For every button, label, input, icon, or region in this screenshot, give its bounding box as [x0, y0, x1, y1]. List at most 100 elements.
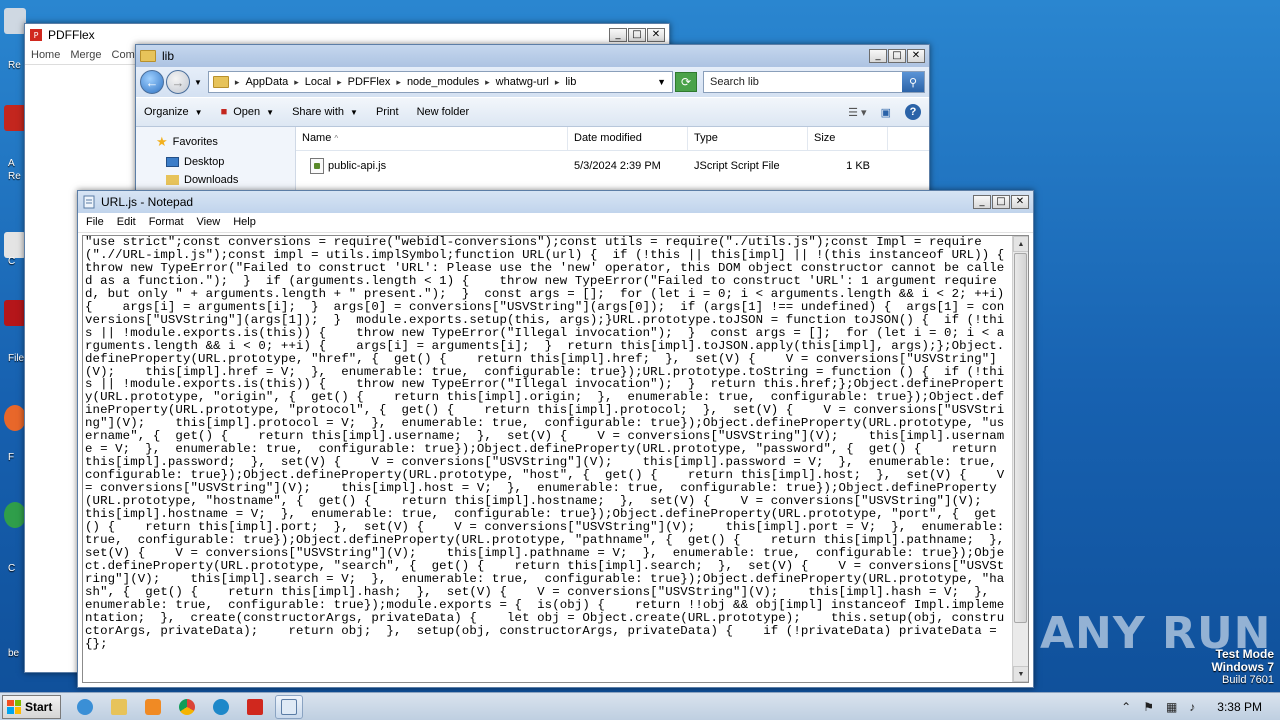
back-button[interactable]: ←: [140, 70, 164, 94]
view-options-icon[interactable]: ☰ ▾: [848, 106, 866, 119]
show-hidden-icons-icon[interactable]: ⌃: [1121, 700, 1131, 714]
notepad-menubar: File Edit Format View Help: [78, 213, 1033, 233]
breadcrumb-item[interactable]: whatwg-url: [496, 76, 549, 88]
file-list: Name ^ Date modified Type Size public-ap…: [296, 127, 929, 195]
pdfflex-titlebar[interactable]: P PDFFlex _ □ ✕: [25, 24, 669, 46]
history-dropdown-icon[interactable]: ▼: [194, 78, 202, 87]
menu-home[interactable]: Home: [31, 49, 60, 61]
chrome-icon[interactable]: [4, 502, 26, 528]
desktop-icon-label: Re: [8, 171, 21, 182]
scrollbar-thumb[interactable]: [1014, 253, 1027, 623]
scroll-down-icon[interactable]: ▼: [1013, 666, 1028, 682]
acrobat-icon[interactable]: [4, 105, 26, 131]
explorer-titlebar[interactable]: lib _ □ ✕: [136, 45, 929, 67]
minimize-button[interactable]: _: [869, 49, 887, 63]
col-size[interactable]: Size: [808, 127, 888, 150]
notepad-window[interactable]: URL.js - Notepad _ □ ✕ File Edit Format …: [77, 190, 1034, 688]
organize-label: Organize: [144, 106, 189, 118]
minimize-button[interactable]: _: [609, 28, 627, 42]
file-name: public-api.js: [328, 159, 387, 172]
forward-button[interactable]: →: [166, 70, 190, 94]
menu-file[interactable]: File: [86, 216, 104, 229]
address-row: ← → ▼ ▸ AppData ▸ Local ▸ PDFFlex ▸ node…: [136, 67, 929, 97]
file-date: 5/3/2024 2:39 PM: [574, 160, 661, 172]
notepad-icon: [83, 195, 95, 209]
menu-view[interactable]: View: [197, 216, 221, 229]
col-type[interactable]: Type: [688, 127, 808, 150]
menu-help[interactable]: Help: [233, 216, 256, 229]
start-button[interactable]: Start: [2, 694, 62, 719]
desktop-icon: [166, 157, 179, 167]
breadcrumb-item[interactable]: Local: [305, 76, 331, 88]
col-label: Name: [302, 132, 332, 144]
ccleaner-icon[interactable]: [4, 232, 26, 258]
action-center-flag-icon[interactable]: ⚑: [1143, 700, 1154, 714]
clock[interactable]: 3:38 PM: [1207, 700, 1272, 714]
nav-downloads[interactable]: Downloads: [136, 171, 295, 189]
nav-desktop[interactable]: Desktop: [136, 153, 295, 171]
internet-explorer-icon[interactable]: [71, 695, 99, 719]
notepad-editor[interactable]: "use strict";const conversions = require…: [82, 235, 1029, 683]
menu-format[interactable]: Format: [149, 216, 184, 229]
breadcrumb-item[interactable]: lib: [565, 76, 576, 88]
edge-icon[interactable]: [207, 695, 235, 719]
col-date[interactable]: Date modified: [568, 127, 688, 150]
notepad-titlebar[interactable]: URL.js - Notepad _ □ ✕: [78, 191, 1033, 213]
nav-label: Downloads: [184, 174, 239, 186]
recycle-bin-icon[interactable]: [4, 8, 26, 34]
vertical-scrollbar[interactable]: ▲ ▼: [1012, 236, 1028, 682]
pdf-app-icon: P: [30, 29, 42, 41]
explorer-toolbar: Organize ▼ ■ Open ▼ Share with ▼ Print New f…: [136, 97, 929, 127]
media-player-icon[interactable]: [139, 695, 167, 719]
menu-edit[interactable]: Edit: [117, 216, 136, 229]
jscript-file-icon: [310, 158, 324, 174]
column-headers: Name ^ Date modified Type Size: [296, 127, 929, 151]
search-icon[interactable]: ⚲: [902, 72, 924, 92]
refresh-button[interactable]: ⟳: [675, 72, 697, 92]
search-placeholder: Search lib: [710, 76, 759, 88]
firefox-icon[interactable]: [4, 405, 26, 431]
menu-merge[interactable]: Merge: [70, 49, 101, 61]
organize-button[interactable]: Organize ▼: [144, 106, 203, 118]
open-button[interactable]: ■ Open ▼: [221, 106, 275, 118]
chrome-icon[interactable]: [173, 695, 201, 719]
explorer-window[interactable]: lib _ □ ✕ ← → ▼ ▸ AppData ▸ Local ▸ PDFF…: [135, 44, 930, 195]
acrobat-taskbar-icon[interactable]: [241, 695, 269, 719]
network-icon[interactable]: ▦: [1166, 700, 1177, 714]
help-icon[interactable]: ?: [905, 104, 921, 120]
search-input[interactable]: Search lib ⚲: [703, 71, 925, 93]
downloads-icon: [166, 175, 179, 185]
breadcrumb-item[interactable]: AppData: [245, 76, 288, 88]
new-folder-button[interactable]: New folder: [417, 106, 470, 118]
star-icon: ★: [156, 134, 168, 149]
share-with-button[interactable]: Share with ▼: [292, 106, 358, 118]
col-name[interactable]: Name ^: [296, 127, 568, 150]
maximize-button[interactable]: □: [992, 195, 1010, 209]
volume-icon[interactable]: ♪: [1189, 700, 1195, 714]
desktop-icon-label: File: [8, 353, 25, 364]
address-dropdown-icon[interactable]: ▼: [657, 77, 666, 87]
maximize-button[interactable]: □: [628, 28, 646, 42]
nav-favorites[interactable]: ★ Favorites: [136, 131, 295, 153]
editor-text[interactable]: "use strict";const conversions = require…: [85, 236, 1010, 682]
windows-logo-icon: [7, 699, 21, 714]
os-build: Build 7601: [1222, 674, 1274, 686]
preview-pane-icon[interactable]: ▣: [881, 106, 891, 119]
filezilla-icon[interactable]: [4, 300, 26, 326]
breadcrumb-item[interactable]: node_modules: [407, 76, 479, 88]
close-button[interactable]: ✕: [907, 49, 925, 63]
scroll-up-icon[interactable]: ▲: [1013, 236, 1028, 252]
desktop-icon-label: A: [8, 158, 15, 169]
menu-compress[interactable]: Com: [112, 49, 135, 61]
print-button[interactable]: Print: [376, 106, 399, 118]
address-bar[interactable]: ▸ AppData ▸ Local ▸ PDFFlex ▸ node_modul…: [207, 71, 673, 93]
close-button[interactable]: ✕: [647, 28, 665, 42]
minimize-button[interactable]: _: [973, 195, 991, 209]
notepad-taskbar-icon[interactable]: [275, 694, 304, 719]
close-button[interactable]: ✕: [1011, 195, 1029, 209]
folder-icon: [212, 76, 229, 88]
maximize-button[interactable]: □: [888, 49, 906, 63]
breadcrumb-item[interactable]: PDFFlex: [348, 76, 391, 88]
file-row[interactable]: public-api.js 5/3/2024 2:39 PM JScript S…: [296, 155, 929, 177]
file-explorer-icon[interactable]: [105, 695, 133, 719]
